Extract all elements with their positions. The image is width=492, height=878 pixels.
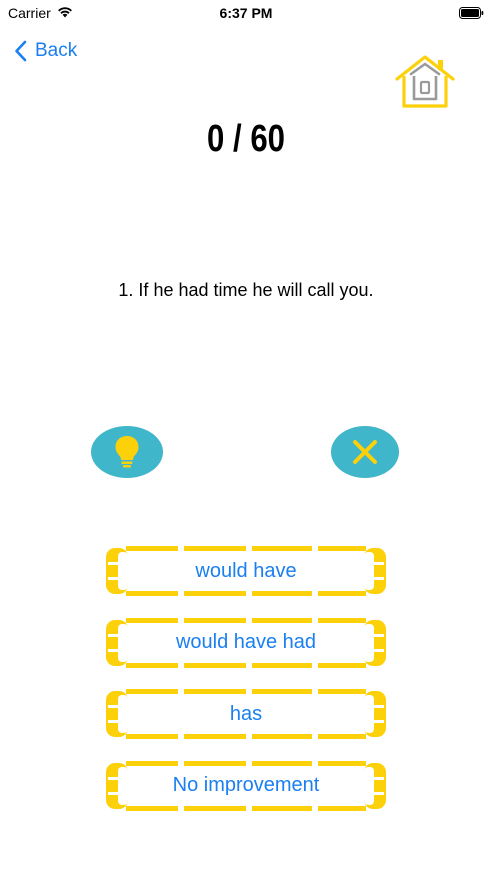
hint-button[interactable]: [91, 426, 163, 478]
close-icon: [353, 440, 377, 464]
answer-label: would have had: [175, 631, 317, 653]
lightbulb-icon: [115, 436, 139, 468]
answer-option-3[interactable]: has: [106, 687, 386, 741]
question-text: 1. If he had time he will call you.: [118, 280, 374, 300]
answer-option-2[interactable]: would have had: [106, 616, 386, 670]
home-button[interactable]: [394, 54, 456, 110]
status-time: 6:37 PM: [219, 5, 273, 21]
status-bar: Carrier 6:37 PM: [0, 0, 492, 26]
back-label: Back: [35, 40, 78, 61]
back-button[interactable]: Back: [14, 38, 77, 64]
answer-label: would have: [195, 559, 297, 582]
home-icon: [395, 55, 455, 108]
answer-option-4[interactable]: No improvement: [106, 759, 386, 813]
score-counter: 0 / 60: [207, 118, 285, 160]
answer-label: No improvement: [172, 774, 320, 796]
answer-option-1[interactable]: would have: [106, 544, 386, 598]
answer-list: would have would have had has No improve…: [106, 544, 386, 830]
battery-icon: [459, 6, 484, 19]
chevron-left-icon: [14, 40, 27, 62]
answer-label: has: [229, 702, 263, 725]
close-button[interactable]: [331, 426, 399, 478]
